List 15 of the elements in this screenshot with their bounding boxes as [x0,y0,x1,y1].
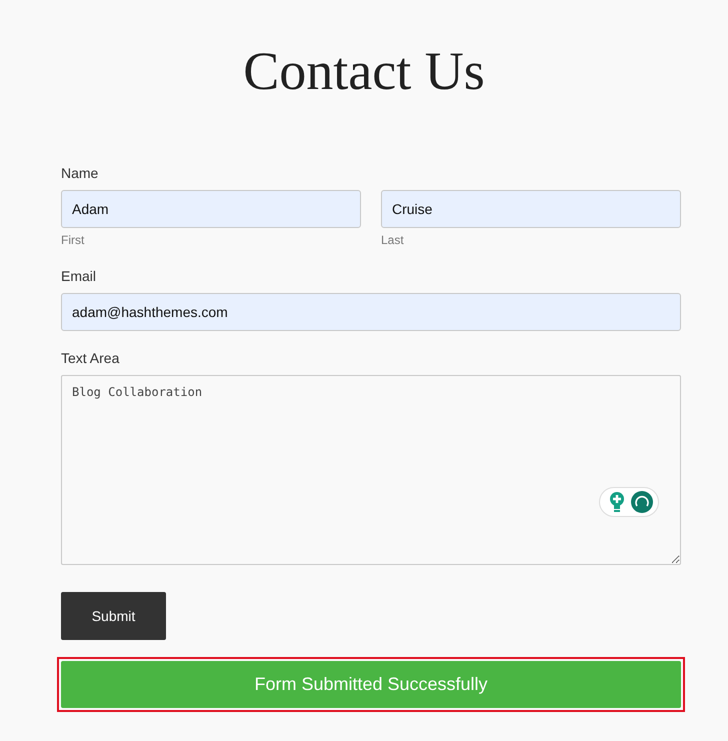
text-area[interactable]: Blog Collaboration [61,375,681,565]
page-title: Contact Us [242,40,486,103]
input-field[interactable]: Cruise [381,190,681,228]
field-label: Email [61,267,98,285]
lightbulb-icon [608,491,626,513]
field-sublabel: Last [381,233,405,247]
input-field[interactable]: adam@hashthemes.com [61,293,681,331]
field-label: Name [61,164,100,182]
assistant-widget[interactable] [599,487,659,517]
success-message: Form Submitted Successfully [61,661,681,708]
field-label: Text Area [61,349,120,367]
input-field[interactable]: Adam [61,190,361,228]
spinner-icon [631,491,653,513]
submit-button[interactable]: Submit [61,592,166,640]
field-sublabel: First [61,233,86,247]
